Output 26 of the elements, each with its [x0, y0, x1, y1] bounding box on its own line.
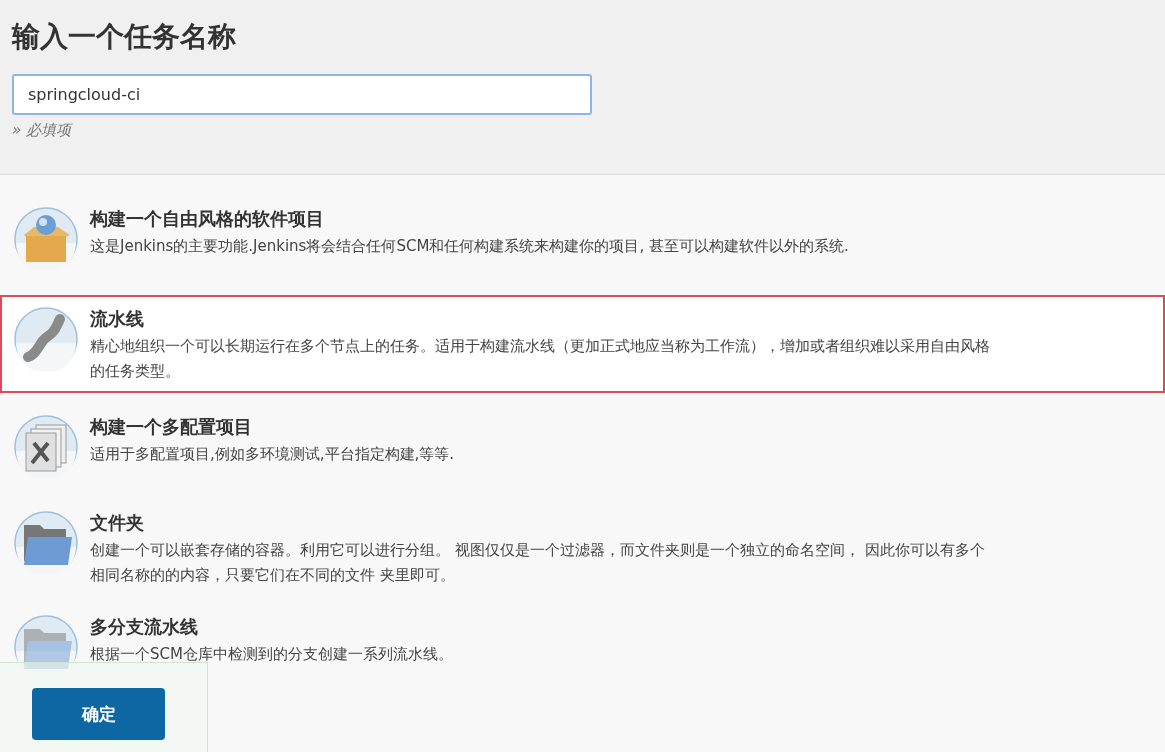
job-type-description: 相同名称的的内容，只要它们在不同的文件 夹里即可。	[90, 566, 456, 585]
job-type-description: 这是Jenkins的主要功能.Jenkins将会结合任何SCM和任何构建系统来构建你的项目, 甚至可以构建软件以外的系统.	[90, 237, 849, 256]
job-type-option[interactable]: 构建一个自由风格的软件项目 这是Jenkins的主要功能.Jenkins将会结合任何SCM和任何构建系统来构建你的项目, 甚至可以构建软件以外的系统.	[0, 199, 1165, 281]
job-type-option[interactable]: 构建一个多配置项目 适用于多配置项目,例如多环境测试,平台指定构建,等等.	[0, 407, 1165, 489]
ok-button[interactable]: 确定	[32, 688, 165, 740]
folder-icon	[14, 511, 78, 575]
job-type-option[interactable]: 多分支流水线 根据一个SCM仓库中检测到的分支创建一系列流水线。	[0, 607, 1165, 689]
job-type-description: 创建一个可以嵌套存储的容器。利用它可以进行分组。 视图仅仅是一个过滤器，而文件夹则是一个独立的命名空间， 因此你可以有多个	[90, 541, 985, 560]
folder-icon	[14, 615, 78, 679]
box-icon	[14, 207, 78, 271]
job-type-title: 构建一个自由风格的软件项目	[90, 207, 325, 231]
required-note: » 必填项	[12, 121, 74, 140]
pipe-icon	[14, 307, 78, 371]
job-type-description: 适用于多配置项目,例如多环境测试,平台指定构建,等等.	[90, 445, 455, 464]
job-type-title: 流水线	[90, 307, 145, 331]
page-title: 输入一个任务名称	[12, 19, 237, 55]
name-input-field[interactable]: springcloud-ci	[12, 74, 592, 115]
job-type-option[interactable]: 文件夹 创建一个可以嵌套存储的容器。利用它可以进行分组。 视图仅仅是一个过滤器，而文件夹则是一个独立的命名空间， 因此你可以有多个 相同名称的的内容，只要它们在不同的文件 夹里即可。	[0, 503, 1165, 593]
job-type-title: 多分支流水线	[90, 615, 199, 639]
job-type-option[interactable]: 流水线 精心地组织一个可以长期运行在多个节点上的任务。适用于构建流水线（更加正式地应当称为工作流），增加或者组织难以采用自由风格 的任务类型。	[0, 295, 1165, 393]
job-type-description: 精心地组织一个可以长期运行在多个节点上的任务。适用于构建流水线（更加正式地应当称为工作流），增加或者组织难以采用自由风格	[90, 337, 990, 356]
job-type-title: 文件夹	[90, 511, 145, 535]
job-type-title: 构建一个多配置项目	[90, 415, 253, 439]
job-type-description: 根据一个SCM仓库中检测到的分支创建一系列流水线。	[90, 645, 453, 664]
tools-document-icon	[14, 415, 78, 479]
job-type-description: 的任务类型。	[90, 362, 181, 381]
